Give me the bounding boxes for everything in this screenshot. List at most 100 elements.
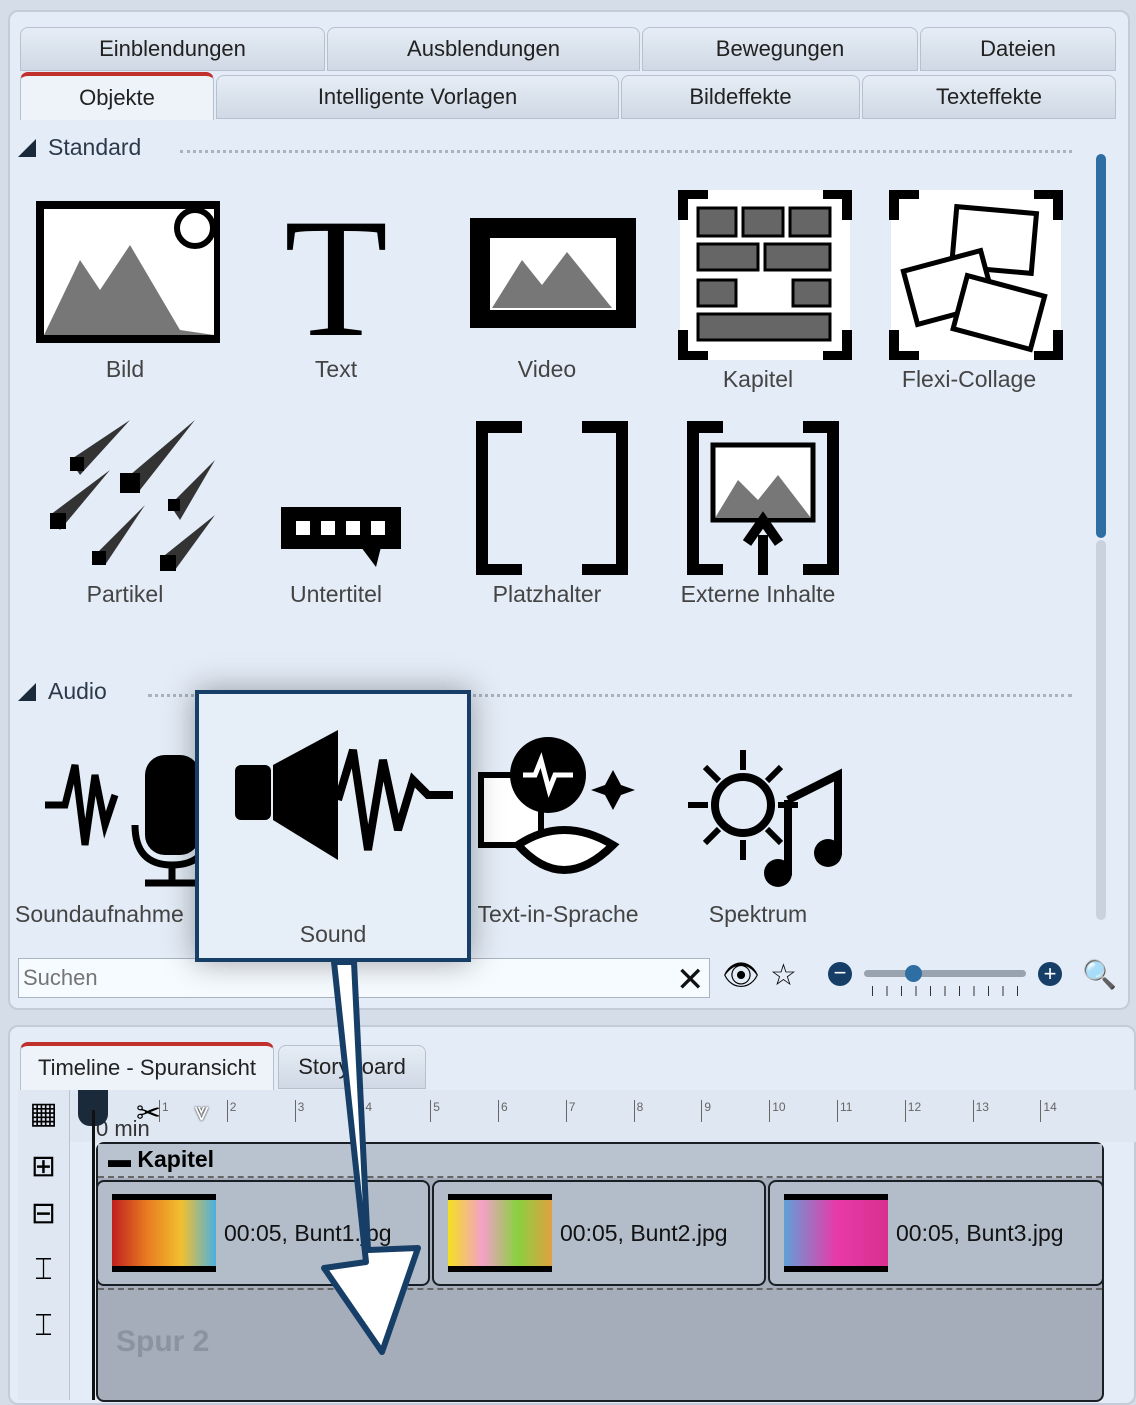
item-label: Flexi-Collage: [901, 366, 1037, 392]
item-untertitel[interactable]: Untertitel: [236, 415, 436, 608]
clip-thumbnail: [784, 1194, 888, 1272]
tab-einblendungen[interactable]: Einblendungen: [20, 27, 325, 71]
clip-thumbnail: [448, 1194, 552, 1272]
spectrum-icon: [688, 750, 842, 887]
clip-label: 00:05, Bunt3.jpg: [896, 1219, 1064, 1246]
track-settings-icon[interactable]: ▦: [18, 1096, 69, 1131]
zoom-in-icon[interactable]: +: [1038, 962, 1062, 986]
zoom-fit-icon[interactable]: 🔍: [1082, 958, 1117, 991]
placeholder-bracket-icon: [476, 421, 628, 575]
scrollbar-track: [1096, 540, 1106, 920]
chapter-title: Kapitel: [137, 1146, 215, 1172]
subtitle-icon: [281, 507, 401, 567]
vertical-scrollbar[interactable]: [1094, 130, 1108, 940]
ruler-tick-label: 13: [972, 1100, 989, 1122]
tab-bewegungen[interactable]: Bewegungen: [642, 27, 918, 71]
item-partikel[interactable]: Partikel: [25, 415, 225, 608]
text-to-speech-icon: [478, 737, 635, 874]
item-label: Text-in-Sprache: [477, 901, 639, 927]
tab-dateien[interactable]: Dateien: [920, 27, 1116, 71]
item-soundaufnahme[interactable]: Soundaufnahme: [15, 735, 215, 928]
drag-arrow-icon: [321, 960, 421, 1355]
image-icon: [36, 201, 220, 343]
svg-text:T: T: [284, 190, 388, 350]
ruler-tick-label: 7: [565, 1100, 575, 1122]
item-label: Bild: [105, 356, 145, 382]
timeline-toolbar: ▦ ⊞ ⊟ ⌶ ⌶: [18, 1090, 70, 1400]
item-label: Soundaufnahme: [15, 901, 184, 927]
tab-objekte[interactable]: Objekte: [20, 72, 214, 120]
divider: [98, 1288, 1102, 1290]
item-spektrum[interactable]: Spektrum: [658, 735, 858, 928]
item-text-in-sprache[interactable]: Text-in-Sprache: [458, 735, 658, 928]
star-icon[interactable]: ☆: [770, 958, 797, 993]
clip[interactable]: 00:05, Bunt3.jpg: [768, 1180, 1104, 1286]
scissors-icon[interactable]: ✂: [136, 1096, 161, 1131]
section-audio[interactable]: Audio: [18, 678, 107, 705]
ruler-tick-label: 12: [904, 1100, 921, 1122]
ruler-tick-label: 2: [226, 1100, 236, 1122]
item-label: Spektrum: [708, 901, 808, 927]
clear-search-icon[interactable]: ✕: [676, 960, 705, 1000]
clip-label: 00:05, Bunt2.jpg: [560, 1219, 728, 1246]
expand-track-icon[interactable]: ⌶: [18, 1253, 69, 1287]
section-title: Audio: [48, 678, 107, 704]
item-externe-inhalte[interactable]: Externe Inhalte: [658, 415, 858, 608]
item-kapitel[interactable]: Kapitel: [658, 190, 858, 393]
track-2-label: Spur 2: [116, 1325, 210, 1358]
slider-handle[interactable]: [904, 965, 922, 982]
item-label: Partikel: [86, 581, 164, 607]
tab-timeline-spuransicht[interactable]: Timeline - Spuransicht: [20, 1042, 274, 1090]
slider-ticks: [872, 986, 1020, 996]
chapter-header[interactable]: ▬ Kapitel: [98, 1144, 1102, 1178]
add-track-icon[interactable]: ⊞: [18, 1149, 69, 1184]
marker-icon[interactable]: ⩔: [194, 1096, 209, 1128]
collage-icon: [889, 190, 1063, 360]
clip[interactable]: 00:05, Bunt2.jpg: [432, 1180, 766, 1286]
ruler-tick-label: 3: [294, 1100, 304, 1122]
item-label: Platzhalter: [492, 581, 602, 607]
microphone-icon: [45, 755, 210, 887]
text-icon: T: [284, 190, 388, 350]
item-platzhalter[interactable]: Platzhalter: [447, 415, 647, 608]
particles-icon: [50, 420, 215, 571]
ruler-tick-label: 9: [701, 1100, 711, 1122]
speaker-icon: [235, 730, 458, 860]
chapter-icon: [678, 190, 852, 360]
collapse-icon[interactable]: ▬: [108, 1146, 137, 1172]
external-content-icon: [687, 421, 839, 575]
tab-texteffekte[interactable]: Texteffekte: [862, 75, 1116, 119]
tab-bildeffekte[interactable]: Bildeffekte: [621, 75, 860, 119]
remove-track-icon[interactable]: ⊟: [18, 1196, 69, 1231]
ruler-tick-label: 6: [498, 1100, 508, 1122]
item-video[interactable]: Video: [447, 190, 647, 383]
item-label: Text: [314, 356, 358, 382]
ruler-tick-label: 8: [633, 1100, 643, 1122]
zoom-slider[interactable]: [864, 965, 1026, 982]
scrollbar-thumb[interactable]: [1096, 154, 1106, 538]
item-label: Kapitel: [722, 366, 794, 392]
item-text[interactable]: T Text: [236, 190, 436, 383]
drag-preview-sound[interactable]: Sound: [195, 690, 471, 962]
ruler-tick-label: 14: [1040, 1100, 1057, 1122]
item-flexi-collage[interactable]: Flexi-Collage: [869, 190, 1069, 393]
section-title: Standard: [48, 134, 142, 160]
section-standard[interactable]: Standard: [18, 134, 141, 161]
tab-ausblendungen[interactable]: Ausblendungen: [327, 27, 640, 71]
item-bild[interactable]: Bild: [25, 190, 225, 383]
film-icon: [470, 218, 636, 328]
collapse-triangle-icon: [18, 138, 36, 157]
playhead-line[interactable]: [92, 1110, 95, 1400]
clip-thumbnail: [112, 1194, 216, 1272]
ruler-tick-label: 11: [837, 1100, 852, 1122]
collapse-track-icon[interactable]: ⌶: [18, 1309, 69, 1343]
zoom-out-icon[interactable]: −: [828, 962, 852, 986]
timeline-ruler[interactable]: 0 min 1 2 3 4 5 6 7 8 9 10 11 12 13 14 ✂ ⩔: [70, 1090, 1136, 1142]
item-label: Untertitel: [289, 581, 383, 607]
item-label: Video: [517, 356, 577, 382]
tab-intelligente-vorlagen[interactable]: Intelligente Vorlagen: [216, 75, 619, 119]
item-label: Externe Inhalte: [680, 581, 836, 607]
divider: [180, 150, 1072, 153]
item-label: Sound: [299, 921, 367, 947]
eye-icon[interactable]: 👁: [722, 958, 760, 993]
